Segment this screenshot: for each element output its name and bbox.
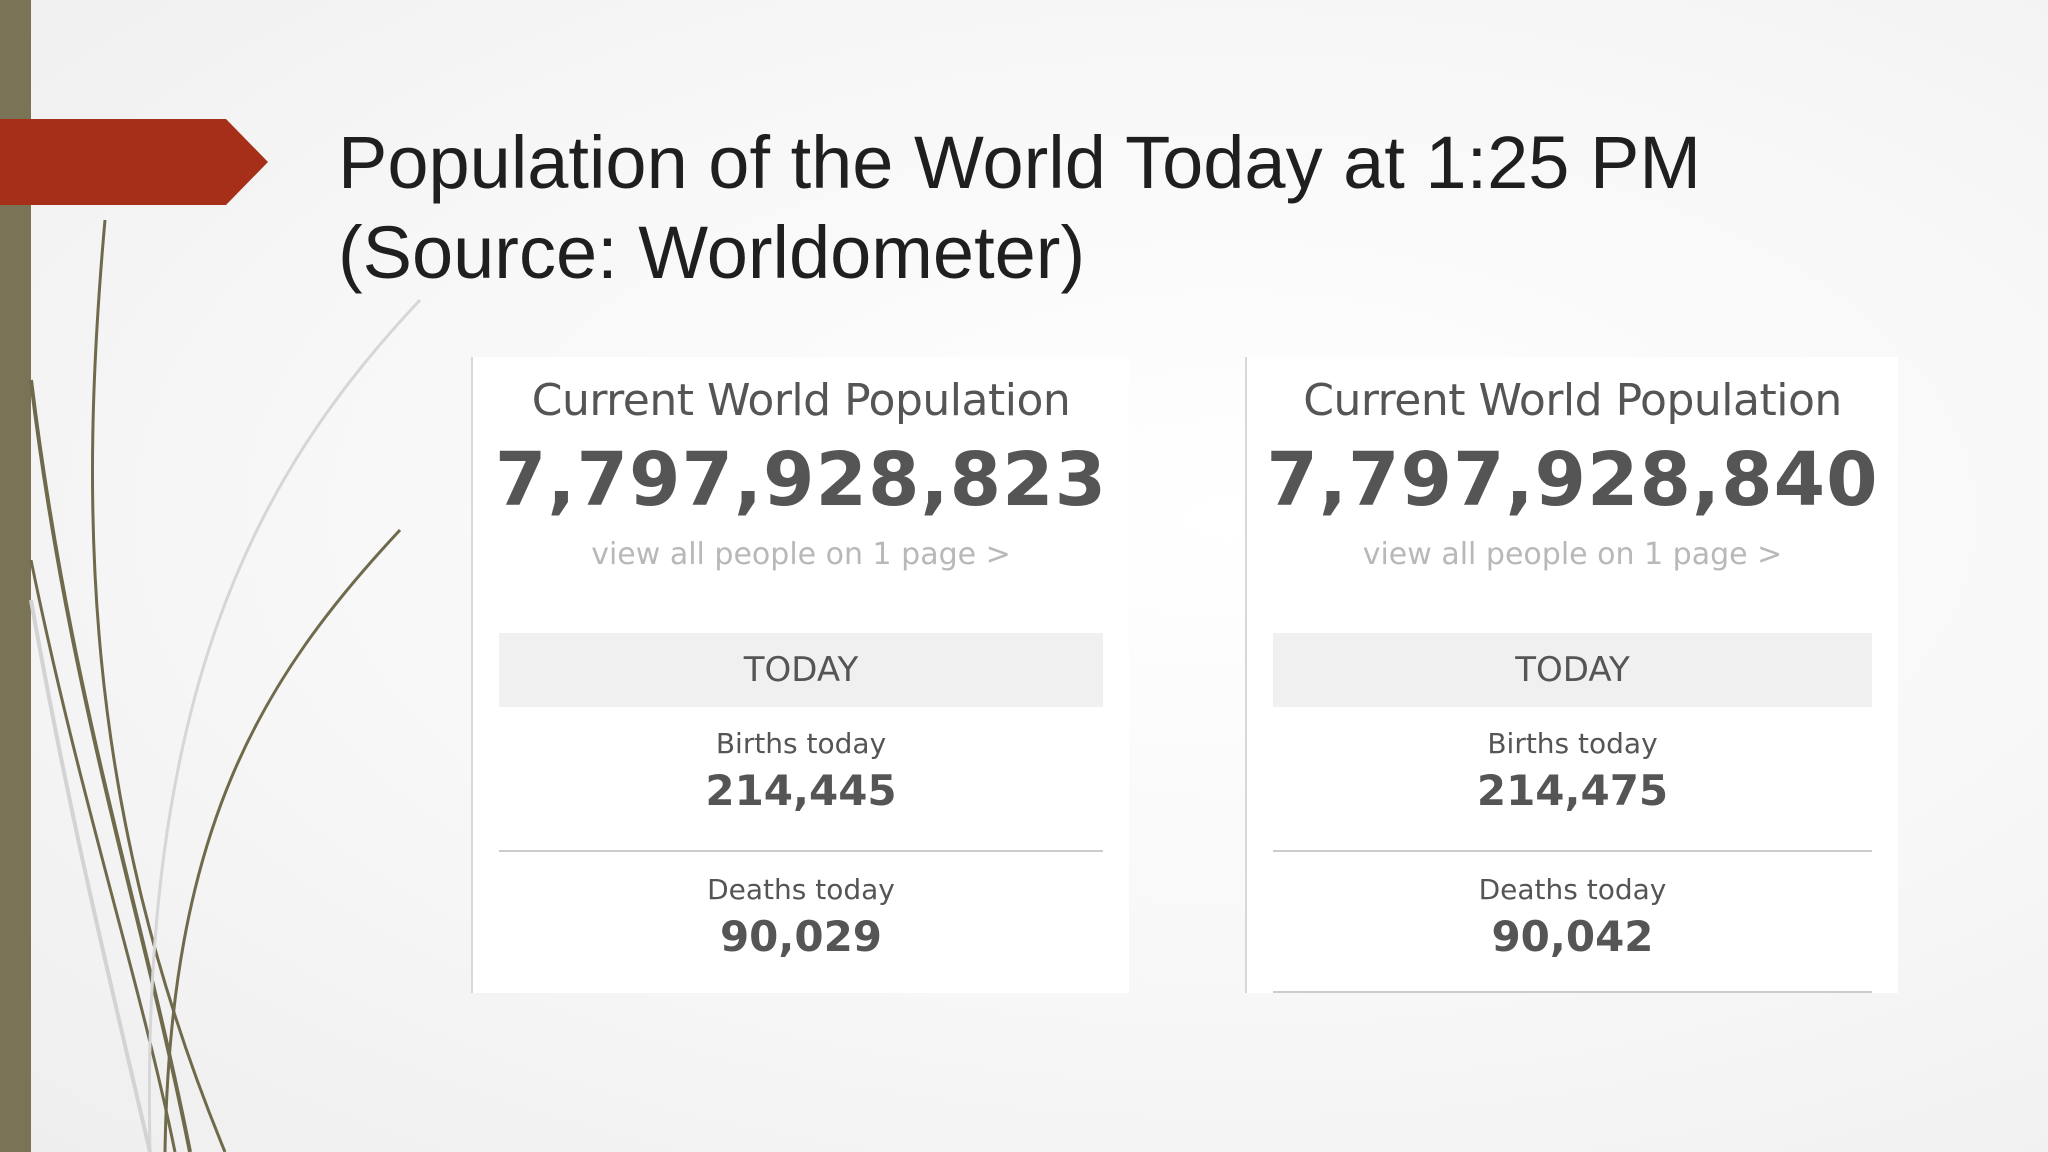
population-total: 7,797,928,840 (1266, 437, 1879, 523)
card-heading: Current World Population (1303, 375, 1842, 426)
deaths-today-label: Deaths today (707, 873, 895, 906)
deaths-today-stat: Deaths today 90,029 (499, 873, 1103, 961)
today-section-header: TODAY (1273, 633, 1872, 707)
births-today-label: Births today (715, 727, 887, 760)
births-today-value: 214,445 (705, 766, 897, 815)
population-card-first: Current World Population 7,797,928,823 v… (471, 357, 1129, 993)
divider (1273, 850, 1872, 852)
slide-title-line-1: Population of the World Today at 1:25 PM (338, 121, 1702, 204)
slide-title-line-2: (Source: Worldometer) (338, 211, 1086, 294)
deaths-today-value: 90,042 (1491, 912, 1654, 961)
view-all-people-link[interactable]: view all people on 1 page > (473, 537, 1129, 572)
view-all-people-link[interactable]: view all people on 1 page > (1247, 537, 1898, 572)
today-section-header: TODAY (499, 633, 1103, 707)
title-arrow-shape (0, 119, 268, 205)
births-today-stat: Births today 214,445 (499, 727, 1103, 815)
slide-title: Population of the World Today at 1:25 PM… (338, 118, 1938, 298)
population-card-second: Current World Population 7,797,928,840 v… (1245, 357, 1898, 993)
population-total: 7,797,928,823 (494, 437, 1108, 523)
card-heading: Current World Population (531, 375, 1071, 426)
births-today-label: Births today (1487, 727, 1658, 760)
births-today-stat: Births today 214,475 (1273, 727, 1872, 815)
births-today-value: 214,475 (1476, 766, 1669, 815)
deaths-today-label: Deaths today (1478, 873, 1667, 906)
divider (499, 850, 1103, 852)
deaths-today-stat: Deaths today 90,042 (1273, 873, 1872, 961)
deaths-today-value: 90,029 (719, 912, 883, 961)
divider (1273, 991, 1872, 993)
